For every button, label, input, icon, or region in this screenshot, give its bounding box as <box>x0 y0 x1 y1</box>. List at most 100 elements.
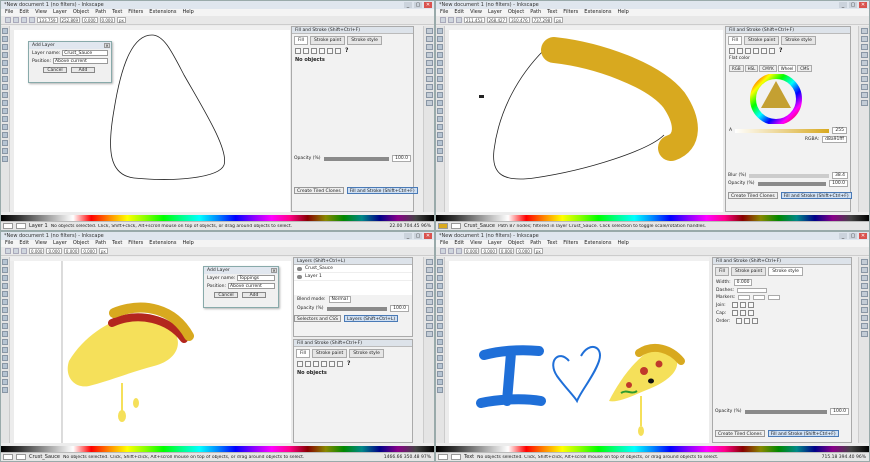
menu-filters[interactable]: Filters <box>563 9 578 16</box>
w-field[interactable]: 310.476 <box>509 17 530 23</box>
order-stroke-fill-icon[interactable] <box>744 318 751 324</box>
swatch-icon[interactable] <box>335 47 341 54</box>
pencil-tool-icon[interactable] <box>2 84 8 90</box>
add-button[interactable]: Add <box>242 292 266 298</box>
no-paint-icon[interactable] <box>297 360 303 367</box>
selector-tool-icon[interactable] <box>2 259 8 265</box>
picker-rgb[interactable]: RGB <box>729 65 744 72</box>
no-paint-icon[interactable] <box>295 47 301 54</box>
dialog-close-icon[interactable]: ✕ <box>271 268 277 273</box>
connector-tool-icon[interactable] <box>437 156 443 162</box>
tab-stroke-paint[interactable]: Stroke paint <box>744 36 780 45</box>
unit-select[interactable]: px <box>533 248 543 254</box>
menu-extensions[interactable]: Extensions <box>149 240 176 247</box>
ellipse-tool-icon[interactable] <box>437 291 443 297</box>
picker-cmyk[interactable]: CMYK <box>759 65 777 72</box>
snap-grid-icon[interactable] <box>860 291 868 297</box>
menu-edit[interactable]: Edit <box>19 240 29 247</box>
menu-text[interactable]: Text <box>547 240 557 247</box>
open-icon[interactable] <box>448 248 454 254</box>
snap-guide-icon[interactable] <box>425 52 433 58</box>
tab-tiled-clones[interactable]: Create Tiled Clones <box>715 430 765 437</box>
h-field[interactable]: 0.000 <box>81 248 97 254</box>
connector-tool-icon[interactable] <box>2 156 8 162</box>
menu-layer[interactable]: Layer <box>488 9 502 16</box>
current-layer[interactable]: Crust_Sauce <box>464 223 495 229</box>
cancel-button[interactable]: Cancel <box>214 292 238 298</box>
tab-fill-and-stroke[interactable]: Fill and Stroke (Shift+Ctrl+F) <box>780 192 852 199</box>
spiral-tool-icon[interactable] <box>437 76 443 82</box>
snap-path-icon[interactable] <box>425 92 433 98</box>
menu-layer[interactable]: Layer <box>53 9 67 16</box>
open-icon[interactable] <box>448 17 454 23</box>
rect-tool-icon[interactable] <box>437 52 443 58</box>
unset-paint-icon[interactable]: ? <box>347 360 350 367</box>
opacity-slider[interactable] <box>744 409 828 414</box>
close-button[interactable]: ✕ <box>424 233 432 239</box>
calligraphy-tool-icon[interactable] <box>437 100 443 106</box>
snap-bbox-icon[interactable] <box>425 267 433 273</box>
tab-stroke-style[interactable]: Stroke style <box>768 267 803 276</box>
flat-color-icon[interactable] <box>737 47 743 54</box>
menu-filters[interactable]: Filters <box>128 9 143 16</box>
calligraphy-tool-icon[interactable] <box>2 100 8 106</box>
ellipse-tool-icon[interactable] <box>437 60 443 66</box>
zoom-tool-icon[interactable] <box>2 44 8 50</box>
snap-path-icon[interactable] <box>860 92 868 98</box>
snap-intersection-icon[interactable] <box>425 100 433 106</box>
menu-text[interactable]: Text <box>547 9 557 16</box>
spiral-tool-icon[interactable] <box>2 76 8 82</box>
menu-path[interactable]: Path <box>95 240 106 247</box>
snap-midpoint-icon[interactable] <box>425 315 433 321</box>
connector-tool-icon[interactable] <box>437 387 443 393</box>
snap-icon[interactable] <box>425 28 433 34</box>
close-button[interactable]: ✕ <box>424 2 432 8</box>
tab-fill-and-stroke[interactable]: Fill and Stroke (Shift+Ctrl+F) <box>767 430 839 437</box>
tab-fill[interactable]: Fill <box>728 36 743 45</box>
stroke-swatch[interactable] <box>451 223 461 229</box>
snap-midpoint-icon[interactable] <box>860 315 868 321</box>
bucket-tool-icon[interactable] <box>2 132 8 138</box>
maximize-button[interactable]: ▢ <box>414 2 422 8</box>
menu-path[interactable]: Path <box>530 9 541 16</box>
menu-extensions[interactable]: Extensions <box>149 9 176 16</box>
gradient-tool-icon[interactable] <box>437 140 443 146</box>
unset-paint-icon[interactable]: ? <box>345 47 348 54</box>
rect-tool-icon[interactable] <box>2 283 8 289</box>
star-tool-icon[interactable] <box>437 299 443 305</box>
position-select[interactable]: Above current <box>228 283 275 289</box>
end-marker-select[interactable] <box>768 295 781 300</box>
tab-stroke-style[interactable]: Stroke style <box>349 349 384 358</box>
opacity-value[interactable]: 100.0 <box>829 180 848 187</box>
snap-page-icon[interactable] <box>860 68 868 74</box>
menu-help[interactable]: Help <box>182 240 193 247</box>
opacity-value[interactable]: 100.0 <box>830 408 849 415</box>
pen-tool-icon[interactable] <box>437 92 443 98</box>
layer-opacity-value[interactable]: 100.0 <box>390 305 409 312</box>
layer-name-input[interactable]: Crust_Sauce <box>62 50 108 56</box>
zoom-tool-icon[interactable] <box>2 275 8 281</box>
menu-object[interactable]: Object <box>508 9 524 16</box>
menu-text[interactable]: Text <box>112 240 122 247</box>
menu-object[interactable]: Object <box>508 240 524 247</box>
snap-bbox-icon[interactable] <box>860 36 868 42</box>
snap-path-icon[interactable] <box>860 323 868 329</box>
opacity-slider[interactable] <box>323 156 390 161</box>
snap-midpoint-icon[interactable] <box>860 84 868 90</box>
snap-bbox-icon[interactable] <box>860 267 868 273</box>
menu-path[interactable]: Path <box>95 9 106 16</box>
swatch-icon[interactable] <box>769 47 775 54</box>
current-layer[interactable]: Crust_Sauce <box>29 454 60 460</box>
tab-fill[interactable]: Fill <box>715 267 730 276</box>
zoom-value[interactable]: 97% <box>421 455 431 460</box>
node-tool-icon[interactable] <box>437 267 443 273</box>
radial-gradient-icon[interactable] <box>321 360 327 367</box>
eraser-tool-icon[interactable] <box>2 355 8 361</box>
snap-icon[interactable] <box>425 259 433 265</box>
h-field[interactable]: 0.000 <box>516 248 532 254</box>
spiral-tool-icon[interactable] <box>2 307 8 313</box>
pencil-tool-icon[interactable] <box>2 315 8 321</box>
tab-tiled-clones[interactable]: Create Tiled Clones <box>294 187 344 194</box>
flat-color-icon[interactable] <box>303 47 309 54</box>
mid-marker-select[interactable] <box>753 295 766 300</box>
